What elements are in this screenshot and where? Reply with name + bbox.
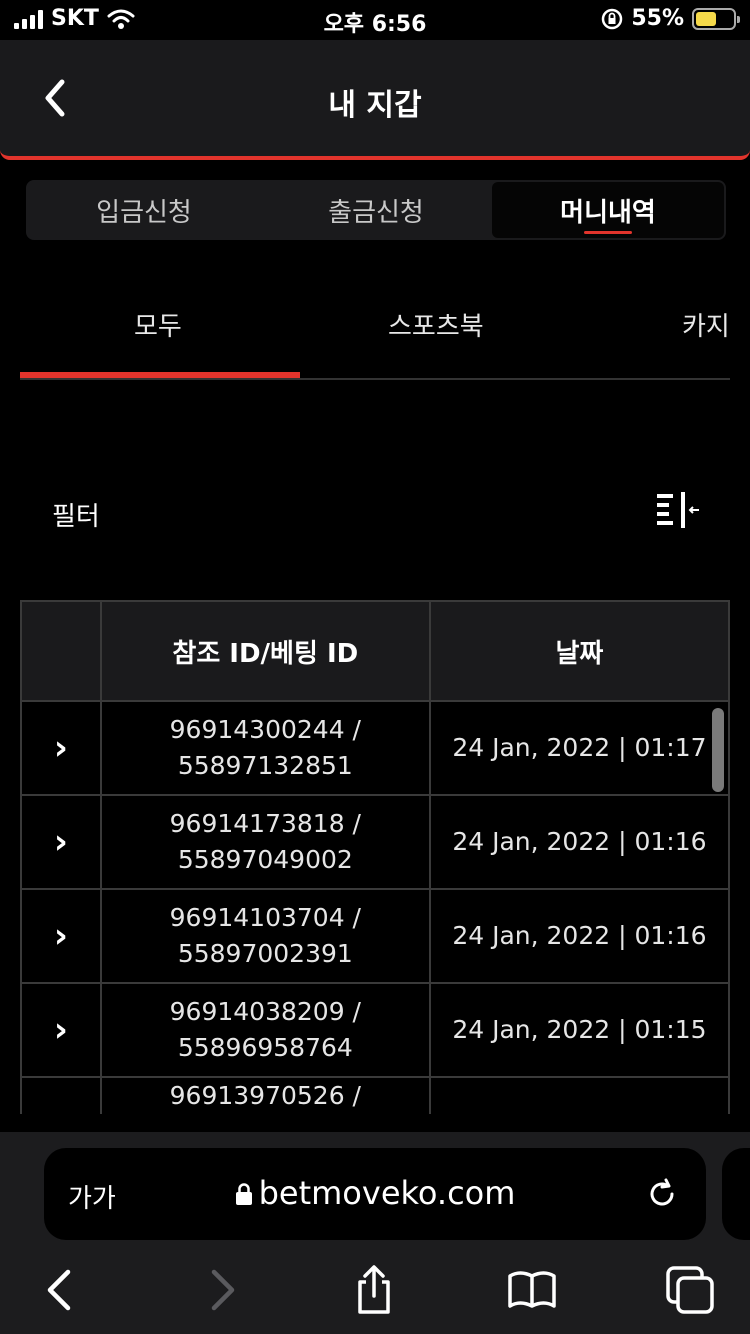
page-title: 내 지갑 xyxy=(328,88,422,123)
row-date: 24 Jan, 2022 | 01:16 xyxy=(452,921,707,950)
table-row[interactable]: › 96913970526 / xyxy=(22,1078,728,1114)
table-row[interactable]: › 96914300244 / 55897132851 24 Jan, 2022 … xyxy=(22,702,728,796)
subtab-all[interactable]: 모두 xyxy=(134,306,182,343)
subtab-sportsbook[interactable]: 스포츠북 xyxy=(388,306,484,343)
tabs-icon[interactable] xyxy=(664,1264,716,1316)
browser-forward-icon[interactable] xyxy=(194,1264,246,1316)
column-toggle-icon[interactable] xyxy=(655,490,701,530)
bookmarks-icon[interactable] xyxy=(506,1264,558,1316)
row-date: 24 Jan, 2022 | 01:17 xyxy=(452,733,707,762)
ref-id: 96914173818 / xyxy=(169,809,361,838)
ref-id: 96914300244 / xyxy=(169,715,361,744)
bet-id: 55897002391 xyxy=(177,939,353,968)
row-date: 24 Jan, 2022 | 01:16 xyxy=(452,827,707,856)
bet-id: 55896958764 xyxy=(177,1033,353,1062)
tab-deposit[interactable]: 입금신청 xyxy=(28,182,260,238)
share-icon[interactable] xyxy=(348,1264,400,1316)
category-tabs: 모두 스포츠북 카지 xyxy=(20,290,730,380)
header-date: 날짜 xyxy=(555,638,604,669)
app-header: 내 지갑 xyxy=(0,40,750,160)
transaction-table: 참조 ID/베팅 ID 날짜 › 96914300244 / 5589713285… xyxy=(20,600,730,1114)
bet-id: 55897132851 xyxy=(177,751,353,780)
table-row[interactable]: › 96914103704 / 55897002391 24 Jan, 2022 … xyxy=(22,890,728,984)
wallet-tabs: 입금신청 출금신청 머니내역 xyxy=(26,180,726,240)
expand-chevron-icon[interactable]: › xyxy=(54,728,68,768)
subtab-casino[interactable]: 카지 xyxy=(682,306,730,343)
header-expand xyxy=(22,602,102,700)
filter-label: 필터 xyxy=(52,502,100,532)
reload-icon[interactable] xyxy=(644,1176,680,1212)
tab-money-history[interactable]: 머니내역 xyxy=(492,182,724,238)
url-text: betmoveko.com xyxy=(258,1174,516,1212)
address-bar[interactable]: 가가 betmoveko.com xyxy=(44,1148,706,1240)
active-tab-indicator xyxy=(20,372,300,378)
ref-id: 96914038209 / xyxy=(169,997,361,1026)
battery-icon xyxy=(692,7,740,30)
next-tab-preview[interactable] xyxy=(722,1148,750,1240)
browser-back-icon[interactable] xyxy=(36,1264,88,1316)
expand-chevron-icon[interactable]: › xyxy=(54,916,68,956)
header-ref-id: 참조 ID/베팅 ID xyxy=(102,602,431,700)
expand-chevron-icon[interactable]: › xyxy=(54,822,68,862)
tab-withdraw[interactable]: 출금신청 xyxy=(260,182,492,238)
orientation-lock-icon xyxy=(602,8,623,29)
lock-icon xyxy=(235,1183,252,1205)
ref-id: 96913970526 / xyxy=(169,1081,361,1110)
ref-id: 96914103704 / xyxy=(169,903,361,932)
bet-id: 55897049002 xyxy=(177,845,353,874)
expand-chevron-icon[interactable]: › xyxy=(54,1010,68,1050)
table-header: 참조 ID/베팅 ID 날짜 xyxy=(22,602,728,702)
row-date xyxy=(431,1078,728,1114)
status-bar: SKT 오후 6:56 55% xyxy=(0,0,750,40)
expand-chevron-icon[interactable]: › xyxy=(54,1104,68,1114)
table-row[interactable]: › 96914173818 / 55897049002 24 Jan, 2022 … xyxy=(22,796,728,890)
table-scrollbar[interactable] xyxy=(712,708,724,792)
table-row[interactable]: › 96914038209 / 55896958764 24 Jan, 2022 … xyxy=(22,984,728,1078)
battery-percent: 55% xyxy=(631,6,684,31)
row-date: 24 Jan, 2022 | 01:15 xyxy=(452,1015,707,1044)
